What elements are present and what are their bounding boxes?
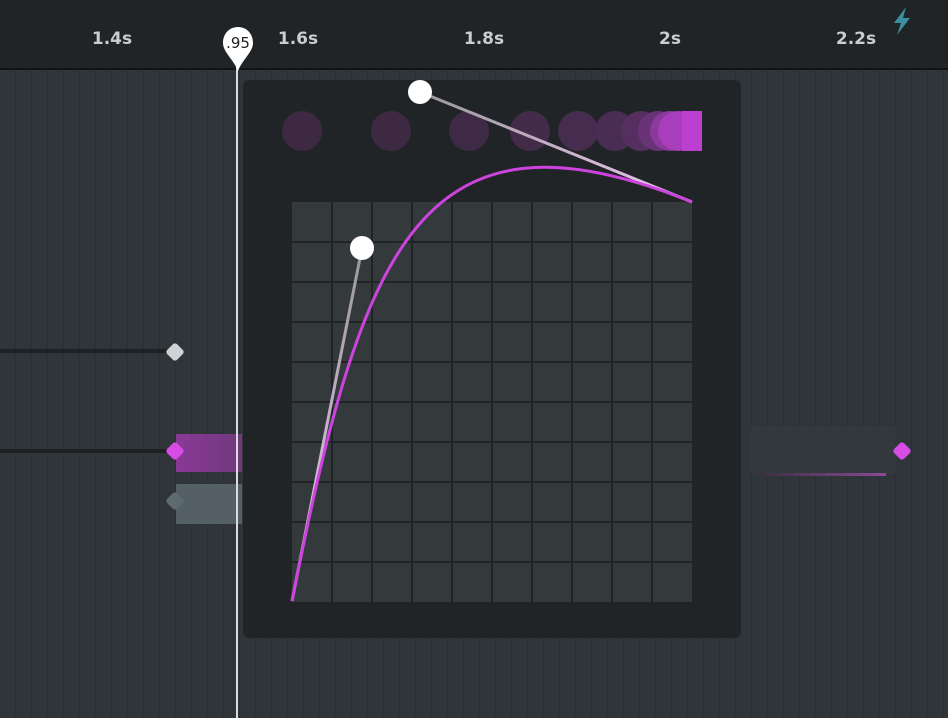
playhead-time-label: .95 bbox=[222, 34, 254, 52]
preview-dot bbox=[682, 111, 702, 151]
playhead-line[interactable] bbox=[236, 60, 238, 718]
preview-dot bbox=[282, 111, 322, 151]
bezier-curve-editor[interactable] bbox=[0, 0, 948, 718]
control-point-1-handle[interactable] bbox=[350, 236, 374, 260]
preview-dot bbox=[371, 111, 411, 151]
preview-dot bbox=[558, 111, 598, 151]
motion-preview-dots bbox=[282, 111, 702, 151]
control-point-2-handle[interactable] bbox=[408, 80, 432, 104]
